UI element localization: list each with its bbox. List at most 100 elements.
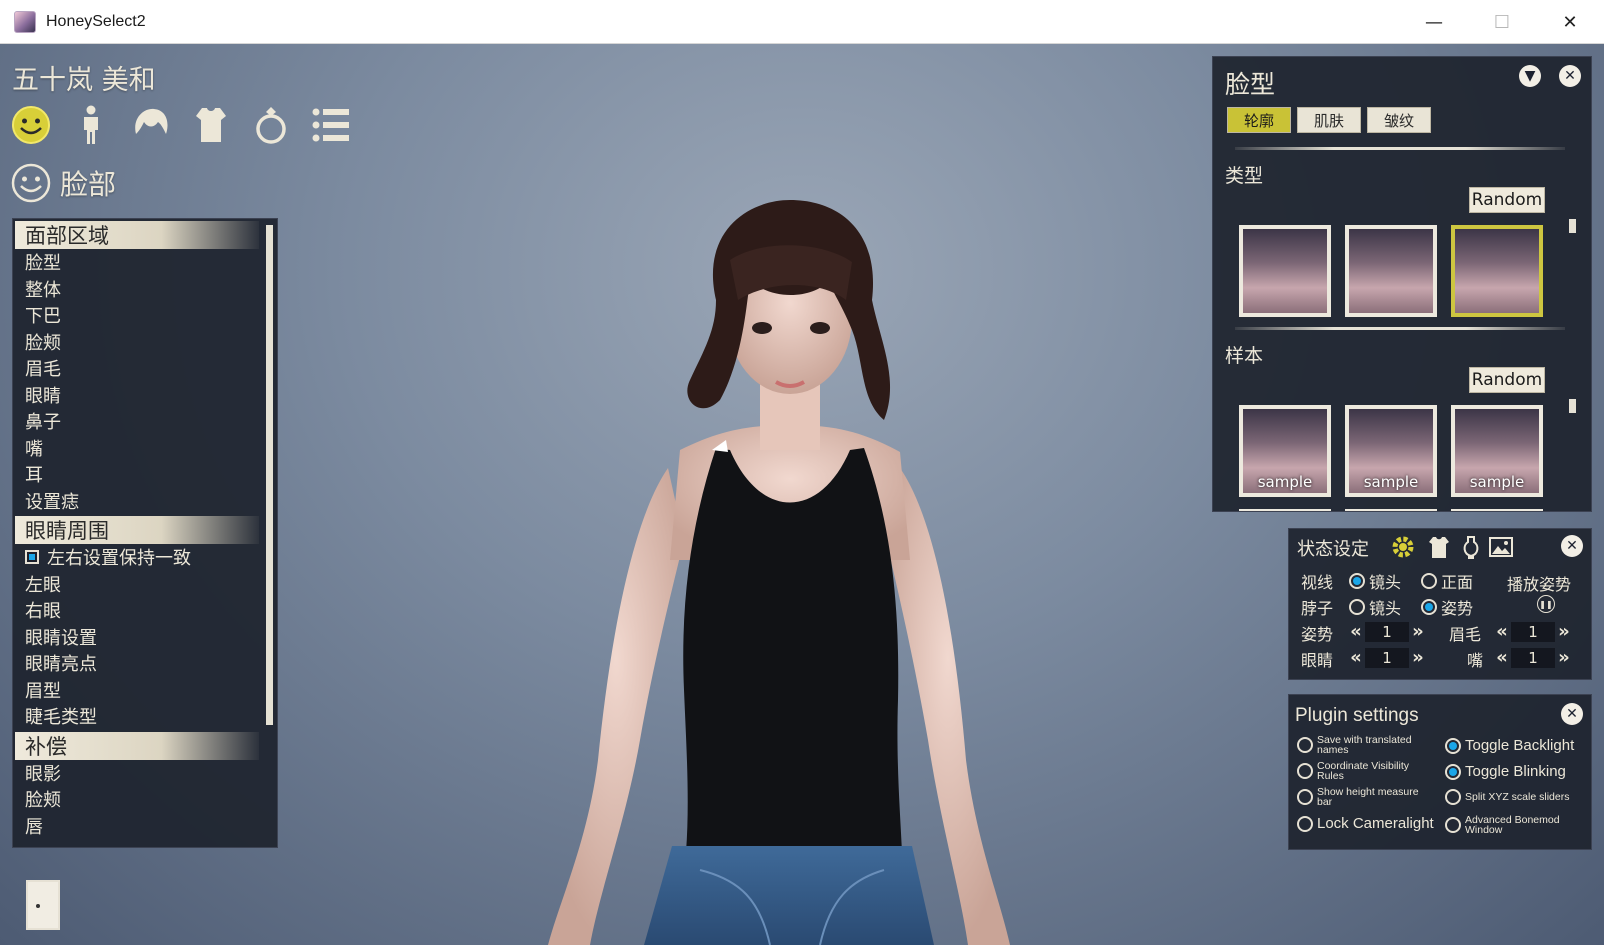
chevron-right-icon[interactable]: » [1409, 621, 1427, 642]
gear-icon[interactable] [1389, 533, 1417, 561]
clothing-icon[interactable] [190, 104, 232, 146]
menu-item[interactable]: 脸颊 [13, 786, 277, 813]
type-thumbnail[interactable] [1345, 225, 1437, 317]
chevron-right-icon[interactable]: » [1555, 647, 1573, 668]
sample-thumbnail[interactable] [1239, 509, 1331, 511]
menu-item[interactable]: 眉毛 [13, 355, 277, 382]
type-label: 类型 [1225, 165, 1264, 187]
face-outline-icon [11, 163, 51, 203]
character-name: 五十岚 美和 [12, 65, 156, 96]
type-thumbnail[interactable] [1239, 225, 1331, 317]
type-scrollbar[interactable] [1569, 219, 1576, 233]
neck-camera-radio[interactable]: 镜头 [1349, 595, 1401, 619]
menu-group-header: 补偿 [15, 731, 259, 760]
maximize-button[interactable]: ☐ [1468, 0, 1536, 44]
menu-scrollbar[interactable] [266, 225, 273, 725]
chevron-left-icon[interactable]: « [1493, 647, 1511, 668]
menu-item[interactable]: 眉型 [13, 677, 277, 704]
menu-item[interactable]: 睫毛类型 [13, 703, 277, 730]
tab-wrinkles[interactable]: 皱纹 [1367, 107, 1431, 133]
sample-thumbnail[interactable] [1451, 509, 1543, 511]
menu-item[interactable]: 眼睛 [13, 382, 277, 409]
sync-left-right-checkbox[interactable]: 左右设置保持一致 [13, 544, 277, 571]
menu-item[interactable]: 设置痣 [13, 488, 277, 515]
chevron-left-icon[interactable]: « [1347, 621, 1365, 642]
save-translated-names-toggle[interactable]: Save with translated names [1297, 735, 1429, 755]
menu-item[interactable]: 脸型 [13, 249, 277, 276]
sample-random-button[interactable]: Random [1469, 367, 1545, 393]
exit-door-icon[interactable] [26, 880, 60, 930]
hair-icon[interactable] [130, 104, 172, 146]
minimize-button[interactable]: — [1400, 0, 1468, 44]
menu-item[interactable]: 鼻子 [13, 408, 277, 435]
sample-scrollbar[interactable] [1569, 399, 1576, 413]
panel-title: 脸型 [1225, 70, 1276, 99]
neck-pose-radio[interactable]: 姿势 [1421, 595, 1473, 619]
toggle-backlight-toggle[interactable]: Toggle Backlight [1445, 737, 1574, 754]
menu-item[interactable]: 眼睛设置 [13, 624, 277, 651]
chevron-right-icon[interactable]: » [1555, 621, 1573, 642]
sample-thumbnail[interactable]: sample [1345, 405, 1437, 497]
menu-item[interactable]: 下巴 [13, 302, 277, 329]
section-header: 脸部 [10, 162, 116, 204]
accessory-icon[interactable] [250, 104, 292, 146]
close-panel-icon[interactable]: ✕ [1559, 65, 1581, 87]
menu-item[interactable]: 整体 [13, 276, 277, 303]
brow-label: 眉毛 [1449, 625, 1482, 644]
tab-contour[interactable]: 轮廓 [1227, 107, 1291, 133]
pose-stepper[interactable]: « 1 » [1347, 621, 1427, 642]
close-button[interactable]: ✕ [1536, 0, 1604, 44]
outfit-icon[interactable] [1425, 533, 1453, 561]
lock-cameralight-toggle[interactable]: Lock Cameralight [1297, 815, 1434, 832]
panel-title: 状态设定 [1297, 539, 1369, 560]
gaze-label: 视线 [1301, 573, 1334, 592]
menu-item[interactable]: 唇 [13, 813, 277, 840]
state-settings-panel: 状态设定 ✕ 视线 镜头 正面 播放姿势 脖子 镜头 姿势 ❚❚ 姿势 « 1 … [1288, 528, 1592, 680]
menu-item[interactable]: 脸颊 [13, 329, 277, 356]
brow-stepper[interactable]: « 1 » [1493, 621, 1573, 642]
background-image-icon[interactable] [1487, 533, 1515, 561]
menu-item[interactable]: 耳 [13, 461, 277, 488]
close-panel-icon[interactable]: ✕ [1561, 535, 1583, 557]
face-icon[interactable] [10, 104, 52, 146]
chevron-left-icon[interactable]: « [1493, 621, 1511, 642]
checkbox-checked[interactable] [25, 550, 39, 565]
menu-item[interactable]: 眼影 [13, 760, 277, 787]
coordinate-visibility-toggle[interactable]: Coordinate Visibility Rules [1297, 761, 1429, 781]
sample-thumbnail[interactable]: sample [1239, 405, 1331, 497]
chevron-left-icon[interactable]: « [1347, 647, 1365, 668]
app-icon [14, 10, 36, 33]
divider [1235, 327, 1565, 330]
gaze-camera-radio[interactable]: 镜头 [1349, 569, 1401, 593]
divider [1235, 147, 1565, 150]
pause-icon[interactable]: ❚❚ [1537, 595, 1555, 613]
chevron-right-icon[interactable]: » [1409, 647, 1427, 668]
mouth-stepper[interactable]: « 1 » [1493, 647, 1573, 668]
menu-item[interactable]: 嘴 [13, 435, 277, 462]
body-icon[interactable] [70, 104, 112, 146]
sample-thumbnail[interactable] [1345, 509, 1437, 511]
list-icon[interactable] [310, 104, 352, 146]
pose-value: 1 [1365, 621, 1409, 642]
toggle-blinking-toggle[interactable]: Toggle Blinking [1445, 763, 1566, 780]
menu-item[interactable]: 左眼 [13, 571, 277, 598]
collapse-icon[interactable]: ▼ [1519, 65, 1541, 87]
height-measure-bar-toggle[interactable]: Show height measure bar [1297, 787, 1429, 807]
type-random-button[interactable]: Random [1469, 187, 1545, 213]
tab-bar: 轮廓 肌肤 皱纹 [1227, 107, 1431, 133]
face-region-menu: 面部区域 脸型 整体 下巴 脸颊 眉毛 眼睛 鼻子 嘴 耳 设置痣 眼睛周围 左… [12, 218, 278, 848]
menu-item[interactable]: 眼睛亮点 [13, 650, 277, 677]
section-title: 脸部 [60, 168, 117, 201]
advanced-bonemod-toggle[interactable]: Advanced Bonemod Window [1445, 815, 1577, 835]
light-icon[interactable] [1457, 533, 1485, 561]
type-thumbnail-selected[interactable] [1451, 225, 1543, 317]
menu-item[interactable]: 右眼 [13, 597, 277, 624]
eyes-stepper[interactable]: « 1 » [1347, 647, 1427, 668]
gaze-front-radio[interactable]: 正面 [1421, 569, 1473, 593]
play-pose-label: 播放姿势 [1507, 575, 1572, 594]
tab-skin[interactable]: 肌肤 [1297, 107, 1361, 133]
sample-thumbnail[interactable]: sample [1451, 405, 1543, 497]
split-xyz-scale-toggle[interactable]: Split XYZ scale sliders [1445, 789, 1604, 805]
menu-group-header: 面部区域 [15, 221, 259, 249]
close-panel-icon[interactable]: ✕ [1561, 703, 1583, 725]
